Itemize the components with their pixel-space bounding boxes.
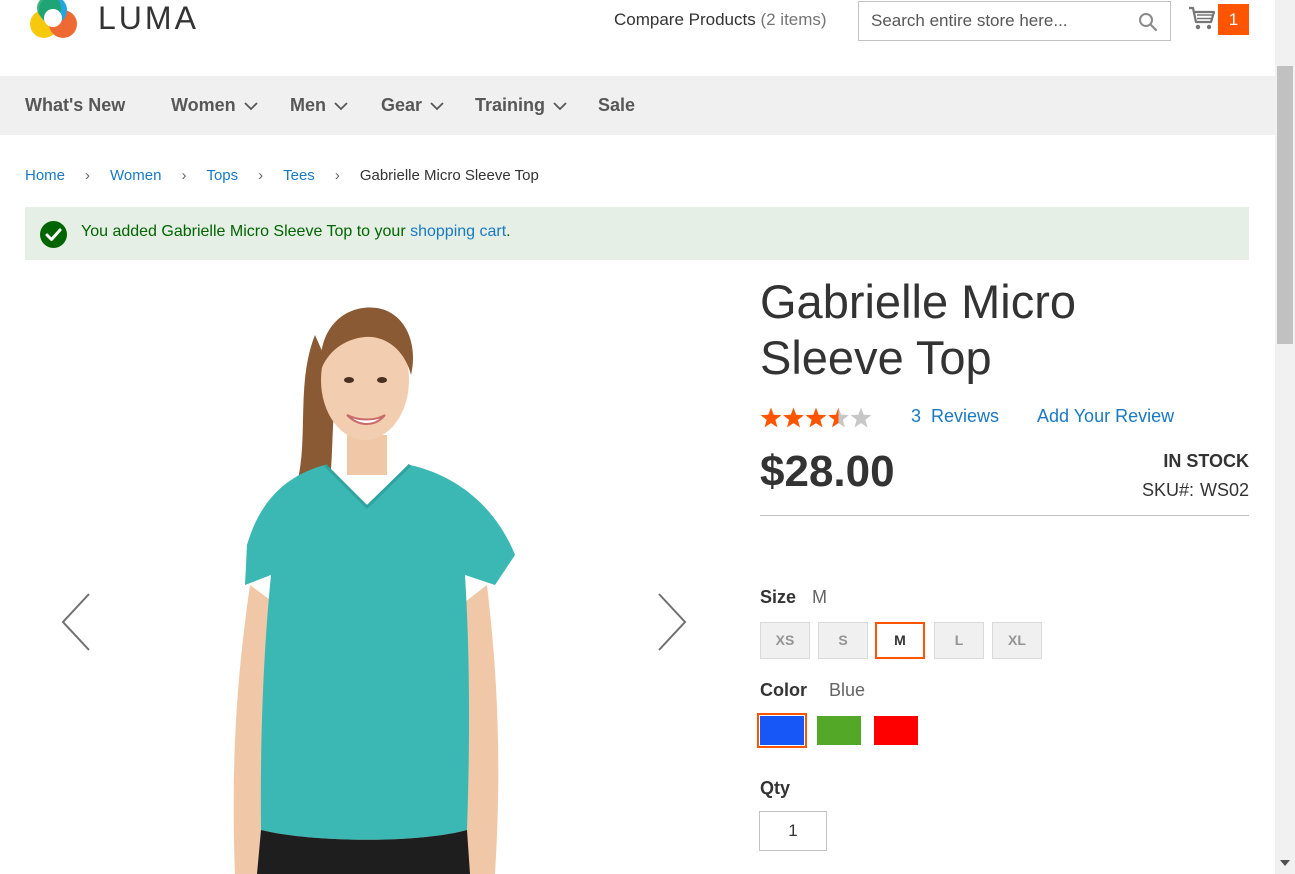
divider	[760, 515, 1249, 516]
search-input[interactable]	[859, 2, 1129, 40]
product-gallery	[25, 275, 725, 874]
cart-count-badge[interactable]: 1	[1218, 4, 1249, 35]
chevron-right-icon: ›	[258, 167, 264, 184]
nav-item-whats-new[interactable]: What's New	[25, 76, 125, 135]
chevron-down-icon	[244, 102, 258, 111]
rating-stars	[760, 407, 872, 428]
chevron-right-icon: ›	[85, 167, 91, 184]
breadcrumb-home[interactable]: Home	[25, 167, 65, 184]
color-swatch-blue[interactable]	[757, 713, 807, 748]
size-swatch-m[interactable]: M	[875, 622, 925, 659]
nav-item-men[interactable]: Men	[290, 76, 348, 135]
size-swatch-l[interactable]: L	[934, 622, 984, 659]
chevron-right-icon: ›	[334, 167, 340, 184]
product-image[interactable]	[25, 275, 725, 874]
nav-item-gear[interactable]: Gear	[381, 76, 444, 135]
qty-label: Qty	[760, 778, 791, 798]
product-sku: SKU#: WS02	[1142, 480, 1249, 501]
star-icon	[805, 407, 827, 428]
shopping-cart-link[interactable]: shopping cart	[410, 223, 506, 240]
size-swatch-xs[interactable]: XS	[760, 622, 810, 659]
compare-count: (2 items)	[760, 10, 827, 29]
breadcrumb-current: Gabrielle Micro Sleeve Top	[359, 167, 539, 184]
logo-text[interactable]: LUMA	[98, 0, 199, 36]
reviews-label: Reviews	[931, 406, 1000, 426]
search-box	[858, 1, 1171, 41]
star-icon	[760, 407, 782, 428]
nav-item-women[interactable]: Women	[171, 76, 258, 135]
message-text: You added Gabrielle Micro Sleeve Top to …	[81, 223, 511, 241]
color-swatch-green[interactable]	[817, 716, 861, 745]
chevron-down-icon	[553, 102, 567, 111]
message-prefix: You added Gabrielle Micro Sleeve Top to …	[81, 223, 411, 240]
chevron-right-icon: ›	[181, 167, 187, 184]
nav-item-label: Women	[171, 95, 236, 115]
qty-input[interactable]	[759, 811, 827, 851]
color-option-label: Color Blue	[760, 680, 865, 701]
breadcrumb-tees[interactable]: Tees	[283, 167, 315, 184]
cart-icon[interactable]	[1187, 4, 1217, 34]
product-title: Gabrielle Micro Sleeve Top	[760, 275, 1077, 384]
color-label: Color	[760, 680, 807, 700]
size-swatch-xl[interactable]: XL	[992, 622, 1042, 659]
add-review-link[interactable]: Add Your Review	[1037, 406, 1174, 427]
breadcrumb-women[interactable]: Women	[110, 167, 161, 184]
scrollbar-thumb[interactable]	[1277, 66, 1293, 344]
star-icon	[783, 407, 804, 428]
nav-item-label: Gear	[381, 95, 423, 115]
size-swatch-s[interactable]: S	[818, 622, 868, 659]
color-swatch-red[interactable]	[874, 716, 918, 745]
size-selected-value: M	[812, 587, 828, 607]
scroll-down-arrow-icon[interactable]	[1279, 858, 1291, 868]
nav-item-label: Men	[290, 95, 326, 115]
size-label: Size	[760, 587, 797, 607]
stock-status: IN STOCK	[1163, 451, 1249, 471]
checkmark-circle-icon	[40, 221, 67, 248]
main-navigation: What's New Women Men Gear Training Sale	[0, 76, 1275, 135]
star-icon	[828, 407, 849, 428]
breadcrumb: Home › Women › Tops › Tees › Gabrielle Micro Sle…	[25, 166, 539, 186]
reviews-link[interactable]: 3 Reviews	[911, 406, 999, 427]
star-icon	[850, 407, 872, 428]
luma-logo-icon[interactable]	[25, 0, 81, 44]
nav-item-training[interactable]: Training	[475, 76, 567, 135]
previous-image-arrow-icon[interactable]	[59, 592, 93, 652]
nav-item-label: What's New	[25, 95, 126, 115]
nav-item-label: Training	[475, 95, 546, 115]
breadcrumb-tops[interactable]: Tops	[206, 167, 238, 184]
reviews-count: 3	[911, 406, 922, 426]
compare-label: Compare Products	[614, 10, 756, 29]
page-header: LUMA Compare Products (2 items) 1	[0, 0, 1275, 76]
message-suffix: .	[506, 223, 511, 240]
sku-label: SKU#:	[1141, 480, 1194, 500]
success-message: You added Gabrielle Micro Sleeve Top to …	[25, 207, 1249, 260]
nav-item-sale[interactable]: Sale	[598, 76, 635, 135]
search-icon[interactable]	[1138, 12, 1158, 32]
color-selected-value: Blue	[829, 680, 866, 700]
size-option-label: Size M	[760, 587, 827, 608]
sku-value: WS02	[1199, 480, 1249, 500]
chevron-down-icon	[430, 102, 444, 111]
nav-item-label: Sale	[598, 95, 636, 115]
product-price: $28.00	[760, 447, 895, 496]
next-image-arrow-icon[interactable]	[655, 592, 689, 652]
chevron-down-icon	[334, 102, 348, 111]
compare-products-link[interactable]: Compare Products (2 items)	[614, 10, 827, 30]
